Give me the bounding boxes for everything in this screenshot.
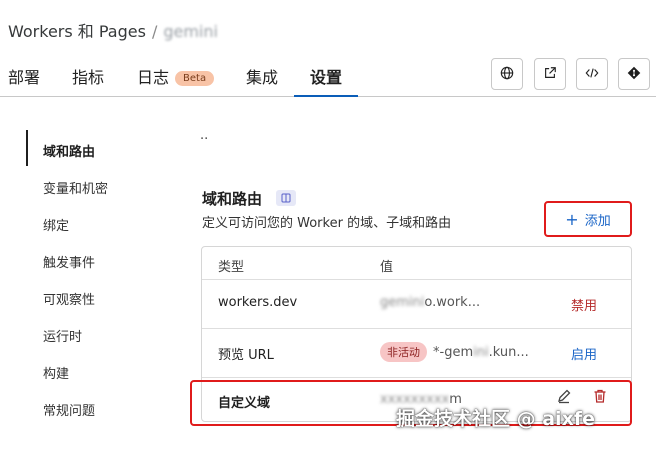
disable-button[interactable]: 禁用 [571,295,597,314]
inactive-badge: 非活动 [380,342,427,362]
section-description: 定义可访问您的 Worker 的域、子域和路由 [202,216,452,231]
row-value: geminio.work... [380,295,480,310]
code-icon [585,65,599,84]
breadcrumb: Workers 和 Pages / gemini [8,18,218,42]
add-button-label: 添加 [584,213,611,229]
tab-logs-label: 日志 [137,68,170,87]
routes-table: 类型 值 workers.dev geminio.work... 禁用 预览 U… [201,246,632,422]
watermark: 掘金技术社区 @ aixfe [396,408,595,430]
row-value-prefix: *-gem [433,345,474,360]
tab-metrics[interactable]: 指标 [72,64,104,88]
sidebar-active-indicator [26,130,28,166]
globe-icon [500,65,514,84]
row-value-suffix: .kun... [488,345,529,360]
tab-logs[interactable]: 日志 Beta [137,64,215,88]
beta-badge: Beta [175,71,215,86]
breadcrumb-root[interactable]: Workers 和 Pages [8,22,146,41]
tab-deployments[interactable]: 部署 [8,64,40,88]
table-header: 类型 值 [202,247,631,279]
sidebar-item-triggers[interactable]: 触发事件 [43,252,95,271]
column-header-value: 值 [380,260,394,275]
active-tab-indicator [294,95,358,97]
row-value-suffix: o.work... [424,295,481,310]
globe-button[interactable] [491,58,523,90]
sidebar-item-observability[interactable]: 可观察性 [43,289,95,308]
sidebar-item-build[interactable]: 构建 [43,363,69,382]
column-header-type: 类型 [218,260,245,275]
redacted-text: ini [473,345,489,360]
row-type: workers.dev [218,295,298,310]
redacted-text: gemini [380,295,425,310]
section-title: 域和路由 [202,190,263,208]
tab-integrations[interactable]: 集成 [246,64,278,88]
breadcrumb-current: gemini [163,22,218,41]
truncated-text: .. [200,128,209,143]
docs-icon[interactable] [276,190,296,206]
sidebar-item-bindings[interactable]: 绑定 [43,215,69,234]
sidebar-item-domains-routes[interactable]: 域和路由 [43,141,95,160]
plus-icon: + [565,209,579,229]
open-external-button[interactable] [534,58,566,90]
sidebar-item-variables-secrets[interactable]: 变量和机密 [43,178,108,197]
sidebar-item-runtime[interactable]: 运行时 [43,326,82,345]
git-icon [627,65,641,84]
row-value: 非活动 *-gemini.kun... [380,342,529,362]
external-link-icon [543,65,557,84]
table-row: 预览 URL 非活动 *-gemini.kun... 启用 [202,329,631,377]
row-type: 预览 URL [218,348,274,363]
sidebar-item-general[interactable]: 常规问题 [43,400,95,419]
edit-code-button[interactable] [576,58,608,90]
row-type: 自定义域 [218,396,271,411]
enable-button[interactable]: 启用 [571,344,597,363]
git-button[interactable] [618,58,650,90]
breadcrumb-separator: / [151,22,158,41]
add-domain-button[interactable]: + 添加 [544,201,632,237]
table-row: workers.dev geminio.work... 禁用 [202,280,631,328]
tab-settings[interactable]: 设置 [310,64,342,88]
